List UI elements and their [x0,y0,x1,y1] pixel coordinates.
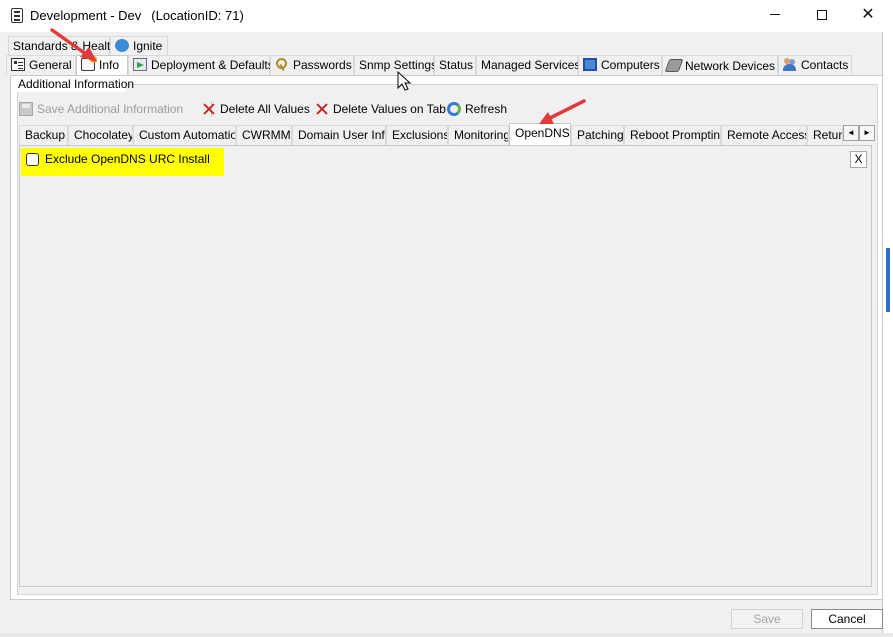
tab-snmp-settings[interactable]: Snmp Settings [354,55,437,75]
delete-tab-icon [315,102,329,116]
background-window-edge [883,0,893,637]
opendns-tab-page: Exclude OpenDNS URC Install X [19,145,872,587]
info-icon [81,56,97,71]
tab-info[interactable]: Info [76,55,128,76]
tab-network-devices[interactable]: Network Devices [662,55,778,75]
tab-general[interactable]: General [6,55,76,75]
delete-all-values-button[interactable]: Delete All Values [202,98,310,120]
network-device-icon [664,59,684,72]
application-window: Development - Dev (LocationID: 71) ✕ Stan… [0,0,883,637]
save-icon [19,102,33,116]
general-icon [11,58,25,71]
tab-domain-user-info[interactable]: Domain User Info [292,125,386,145]
cancel-button[interactable]: Cancel [811,609,883,629]
tab-backup[interactable]: Backup [19,125,68,145]
tab-monitoring[interactable]: Monitoring [448,125,509,145]
chevron-right-icon: ► [863,128,871,137]
tab-scroll-left-button[interactable]: ◄ [843,125,859,141]
minimize-button[interactable] [752,0,798,32]
save-button[interactable]: Save [731,609,803,629]
maximize-icon [817,9,827,20]
exclude-opendns-checkbox[interactable] [26,153,39,166]
tab-status[interactable]: Status [434,55,476,75]
tab-exclusions[interactable]: Exclusions [386,125,448,145]
exclude-opendns-checkbox-row[interactable]: Exclude OpenDNS URC Install [26,152,210,168]
group-legend: Additional Information [18,77,135,91]
tab-return[interactable]: Return [807,125,843,145]
key-icon [275,58,289,71]
close-icon: ✕ [861,6,875,23]
tab-chocolatey[interactable]: Chocolatey [68,125,133,145]
maximize-button[interactable] [799,0,845,32]
tab-remote-access[interactable]: Remote Access [721,125,807,145]
tab-scroll-right-button[interactable]: ► [859,125,875,141]
tab-opendns[interactable]: OpenDNS [509,123,571,145]
chevron-left-icon: ◄ [847,128,855,137]
tab-standards-health[interactable]: Standards & Health [8,36,117,56]
tab-ignite[interactable]: Ignite [110,36,168,56]
tab-passwords[interactable]: Passwords [270,55,354,75]
exclude-opendns-label: Exclude OpenDNS URC Install [45,152,210,166]
minimize-icon [770,14,780,16]
refresh-button[interactable]: Refresh [447,98,507,120]
tab-custom-automation[interactable]: Custom Automation [133,125,236,145]
window-title: Development - Dev (LocationID: 71) [30,8,244,23]
delete-values-on-tab-button[interactable]: Delete Values on Tab [315,98,446,120]
tab-patching[interactable]: Patching [571,125,624,145]
title-bar[interactable]: Development - Dev (LocationID: 71) ✕ [0,0,883,32]
deployment-icon [133,58,147,71]
window-title-text: Development - Dev [30,8,142,23]
clear-tab-button[interactable]: X [850,151,867,168]
tab-contacts[interactable]: Contacts [778,55,852,75]
tab-deployment-defaults[interactable]: Deployment & Defaults [128,55,274,75]
tab-cwrmm[interactable]: CWRMM [236,125,292,145]
location-id-label: (LocationID: 71) [151,8,244,23]
app-icon [11,8,23,23]
save-additional-info-button[interactable]: Save Additional Information [19,98,183,120]
tab-managed-services[interactable]: Managed Services [476,55,580,75]
tab-computers[interactable]: Computers [578,55,662,75]
refresh-icon [447,102,461,116]
computer-icon [583,58,597,71]
contacts-icon [783,58,797,71]
delete-icon [202,102,216,116]
tab-reboot-prompting[interactable]: Reboot Prompting [624,125,721,145]
background-taskbar-edge [0,633,893,637]
ignite-icon [115,39,129,52]
